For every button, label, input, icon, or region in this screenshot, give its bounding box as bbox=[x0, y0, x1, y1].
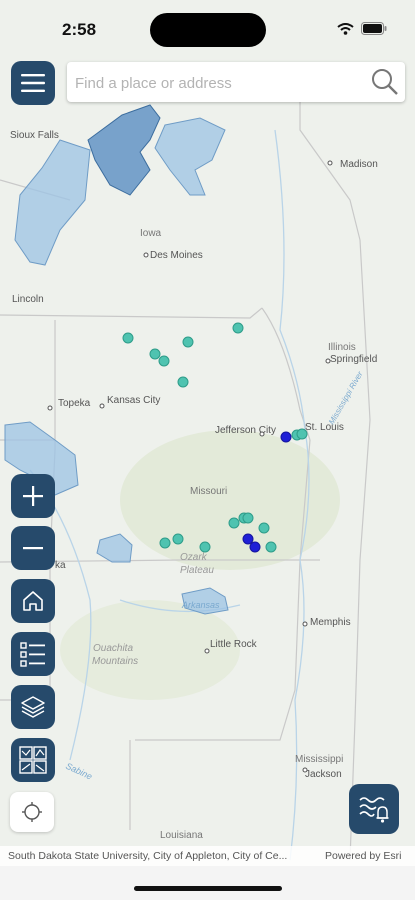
map-view[interactable]: Sioux Falls Madison Iowa Des Moines Linc… bbox=[0, 0, 415, 900]
gauge-point[interactable] bbox=[149, 348, 161, 360]
basemap-button[interactable] bbox=[11, 738, 55, 782]
gauge-point[interactable] bbox=[265, 541, 277, 553]
gauge-point-alert[interactable] bbox=[249, 541, 261, 553]
basemap-gallery-icon bbox=[19, 746, 47, 774]
place-label: St. Louis bbox=[305, 422, 344, 433]
status-time: 2:58 bbox=[62, 20, 97, 39]
place-label: Sioux Falls bbox=[10, 130, 59, 141]
minus-icon bbox=[23, 547, 43, 550]
place-label: Mountains bbox=[92, 656, 138, 667]
gauge-point-alert[interactable] bbox=[242, 533, 254, 545]
place-label: Madison bbox=[340, 159, 378, 170]
water-alert-icon bbox=[359, 797, 389, 823]
dynamic-island bbox=[150, 13, 266, 47]
place-label: Plateau bbox=[180, 565, 214, 576]
place-label: Ouachita bbox=[93, 643, 133, 654]
place-label: Ozark bbox=[180, 552, 208, 563]
gauge-point[interactable] bbox=[242, 512, 254, 524]
place-label: Memphis bbox=[310, 617, 351, 628]
ouachita-terrain bbox=[60, 600, 240, 700]
location-target-icon bbox=[22, 802, 42, 822]
river-label: Arkansas bbox=[181, 600, 220, 610]
place-label: Topeka bbox=[58, 398, 91, 409]
battery-icon bbox=[361, 22, 387, 35]
layers-icon bbox=[21, 696, 45, 718]
home-indicator bbox=[134, 886, 282, 891]
gauge-point[interactable] bbox=[232, 322, 244, 334]
gauge-point[interactable] bbox=[182, 336, 194, 348]
gauge-point[interactable] bbox=[258, 522, 270, 534]
hamburger-icon bbox=[21, 74, 45, 92]
place-label: ka bbox=[55, 560, 66, 571]
attribution-sources[interactable]: South Dakota State University, City of A… bbox=[8, 850, 320, 862]
place-label: Missouri bbox=[190, 486, 227, 497]
place-label: Iowa bbox=[140, 228, 162, 239]
list-icon bbox=[20, 642, 45, 667]
gauge-point[interactable] bbox=[158, 355, 170, 367]
ozark-terrain bbox=[120, 430, 340, 570]
gauge-point-alert[interactable] bbox=[280, 431, 292, 443]
attribution-powered-by: Powered by Esri bbox=[325, 850, 402, 862]
place-label: Little Rock bbox=[210, 639, 258, 650]
wifi-icon bbox=[337, 22, 354, 35]
search-icon[interactable] bbox=[371, 68, 399, 96]
gauge-point[interactable] bbox=[177, 376, 189, 388]
place-label: Louisiana bbox=[160, 830, 203, 841]
gauge-point[interactable] bbox=[199, 541, 211, 553]
plus-icon bbox=[23, 486, 43, 506]
place-label: Jackson bbox=[305, 769, 342, 780]
place-label: Springfield bbox=[330, 354, 377, 365]
gauge-point[interactable] bbox=[122, 332, 134, 344]
locate-button[interactable] bbox=[10, 792, 54, 832]
map-attribution: South Dakota State University, City of A… bbox=[0, 846, 415, 866]
place-label: Des Moines bbox=[150, 250, 203, 261]
zoom-in-button[interactable] bbox=[11, 474, 55, 518]
zoom-out-button[interactable] bbox=[11, 526, 55, 570]
search-input[interactable] bbox=[73, 70, 367, 96]
search-bar bbox=[67, 62, 405, 102]
layers-button[interactable] bbox=[11, 685, 55, 729]
place-label: Illinois bbox=[328, 342, 356, 353]
legend-button[interactable] bbox=[11, 632, 55, 676]
place-label: Kansas City bbox=[107, 395, 160, 406]
gauge-point[interactable] bbox=[172, 533, 184, 545]
gauge-point[interactable] bbox=[228, 517, 240, 529]
gauge-point[interactable] bbox=[159, 537, 171, 549]
place-label: Jefferson City bbox=[215, 425, 276, 436]
gauge-point[interactable] bbox=[296, 428, 308, 440]
status-bar: 2:58 bbox=[0, 0, 415, 56]
home-icon bbox=[23, 591, 43, 611]
home-button[interactable] bbox=[11, 579, 55, 623]
status-icons bbox=[337, 22, 387, 35]
place-label: Lincoln bbox=[12, 294, 44, 305]
menu-button[interactable] bbox=[11, 61, 55, 105]
flood-alerts-button[interactable] bbox=[349, 784, 399, 834]
place-label: Mississippi bbox=[295, 754, 343, 765]
safe-area-bottom bbox=[0, 866, 415, 900]
